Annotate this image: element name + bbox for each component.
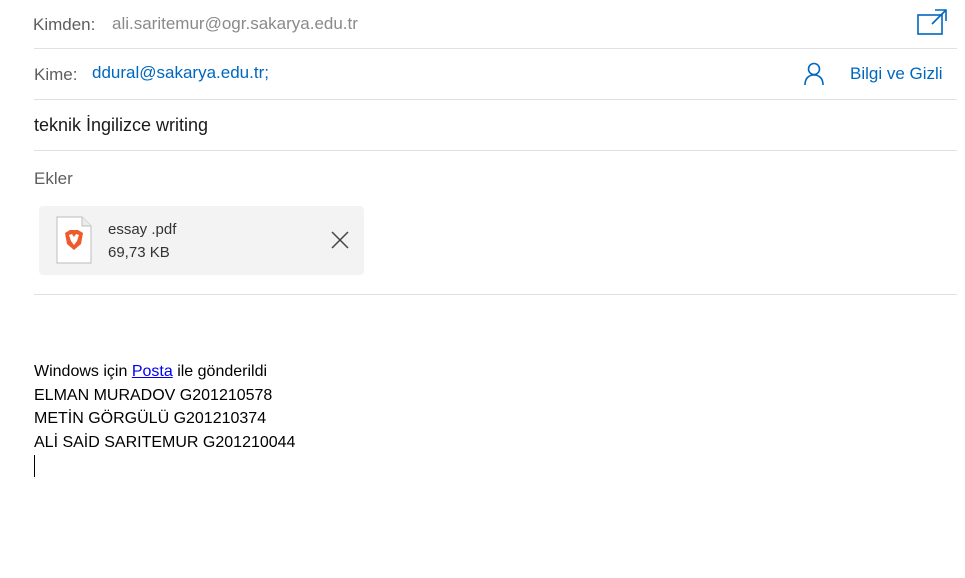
attachments-section: Ekler essay .pdf 69,73 KB	[34, 151, 957, 295]
body-line: METİN GÖRGÜLÜ G201210374	[34, 410, 267, 427]
brave-pdf-file-icon	[56, 216, 92, 264]
text-cursor	[34, 455, 35, 477]
from-row: Kimden: ali.saritemur@ogr.sakarya.edu.tr	[33, 0, 957, 49]
body-line: ELMAN MURADOV G201210578	[34, 386, 273, 404]
person-icon[interactable]	[803, 62, 825, 86]
attachments-label: Ekler	[34, 169, 73, 188]
attachment-size: 69,73 KB	[108, 244, 170, 261]
subject-row[interactable]: teknik İngilizce writing	[34, 100, 957, 151]
to-recipient[interactable]: ddural@sakarya.edu.tr;	[92, 63, 269, 83]
subject-field[interactable]: teknik İngilizce writing	[34, 115, 208, 136]
attachment-card[interactable]: essay .pdf 69,73 KB	[39, 206, 364, 275]
body-line: ALİ SAİD SARITEMUR G201210044	[34, 433, 296, 451]
sent-prefix: Windows için	[34, 363, 128, 380]
signature-line: Windows için Posta ile gönderildi	[34, 360, 957, 384]
from-value[interactable]: ali.saritemur@ogr.sakarya.edu.tr	[112, 14, 358, 34]
to-label: Kime:	[34, 65, 78, 84]
attachment-name: essay .pdf	[108, 221, 177, 238]
sent-suffix: ile gönderildi	[177, 363, 268, 380]
cc-bcc-link[interactable]: Bilgi ve Gizli	[850, 64, 943, 84]
message-body[interactable]: Windows için Posta ile gönderildi ELMAN …	[34, 360, 957, 477]
mail-app-link[interactable]: Posta	[132, 363, 173, 380]
from-label: Kimden:	[33, 15, 96, 34]
popout-window-icon[interactable]	[917, 9, 947, 35]
remove-attachment-icon[interactable]	[330, 230, 350, 250]
to-row: Kime: ddural@sakarya.edu.tr; Bilgi ve Gi…	[34, 49, 957, 100]
